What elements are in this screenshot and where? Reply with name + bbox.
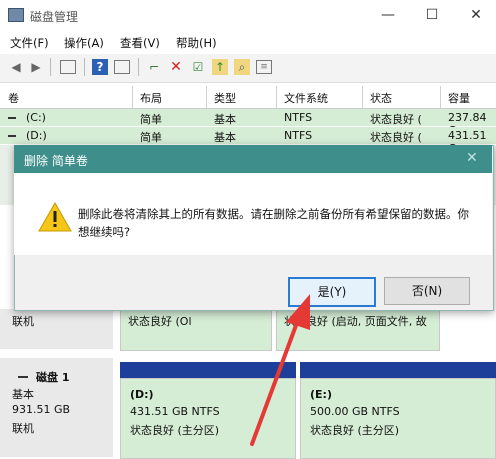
volume-list-header xyxy=(0,86,496,109)
back-icon[interactable]: ◀ xyxy=(8,59,24,75)
properties-icon[interactable] xyxy=(60,60,76,74)
col-status[interactable]: 状态 xyxy=(370,90,392,106)
volume-icon xyxy=(8,117,16,119)
disk0-state: 联机 xyxy=(12,315,34,328)
toolbar-separator xyxy=(138,58,139,76)
column-divider[interactable] xyxy=(206,86,207,108)
menu-action[interactable]: 操作(A) xyxy=(64,35,104,51)
column-divider[interactable] xyxy=(440,86,441,108)
col-volume[interactable]: 卷 xyxy=(8,90,19,106)
maximize-button[interactable]: ☐ xyxy=(414,3,450,27)
volume-fs: NTFS xyxy=(284,111,313,124)
delete-icon[interactable]: ✕ xyxy=(168,59,184,75)
disk1-state: 联机 xyxy=(12,422,34,435)
search-icon[interactable]: ⌕ xyxy=(234,59,250,75)
volume-layout: 简单 xyxy=(140,131,162,144)
column-divider[interactable] xyxy=(362,86,363,108)
red-arrow-annotation xyxy=(250,294,310,446)
toolbar-separator xyxy=(50,58,51,76)
volume-name: (C:) xyxy=(26,111,46,124)
minimize-button[interactable]: — xyxy=(370,3,406,27)
volume-type: 基本 xyxy=(214,113,236,126)
col-capacity[interactable]: 容量 xyxy=(448,90,470,106)
monitor-icon[interactable]: ≡ xyxy=(256,60,272,74)
disk1-type: 基本 xyxy=(12,388,34,401)
col-layout[interactable]: 布局 xyxy=(140,90,162,106)
disk-icon xyxy=(18,376,28,378)
close-button[interactable]: ✕ xyxy=(458,3,494,27)
toolbar-separator xyxy=(84,58,85,76)
volume-layout: 简单 xyxy=(140,113,162,126)
volume-type: 基本 xyxy=(214,131,236,144)
volume-status: 状态良好 ( xyxy=(370,113,422,126)
connect-icon[interactable]: ⌐ xyxy=(146,59,162,75)
col-filesystem[interactable]: 文件系统 xyxy=(284,90,328,106)
dialog-title: 删除 简单卷 xyxy=(24,154,88,168)
menu-view[interactable]: 查看(V) xyxy=(120,35,160,51)
console-icon[interactable] xyxy=(114,60,130,74)
volume-fs: NTFS xyxy=(284,129,313,142)
warning-icon xyxy=(38,202,72,232)
column-divider[interactable] xyxy=(276,86,277,108)
column-divider[interactable] xyxy=(132,86,133,108)
up-icon[interactable]: ↑ xyxy=(212,59,228,75)
menu-file[interactable]: 文件(F) xyxy=(10,35,49,51)
partition-size: 431.51 GB NTFS xyxy=(130,405,220,418)
no-button[interactable]: 否(N) xyxy=(384,277,470,305)
partition-status: 状态良好 (主分区) xyxy=(130,424,220,437)
forward-icon[interactable]: ▶ xyxy=(28,59,44,75)
partition-label: (D:) xyxy=(130,388,154,401)
dialog-message: 删除此卷将清除其上的所有数据。请在删除之前备份所有希望保留的数据。你想继续吗? xyxy=(78,207,469,239)
dialog-close-button[interactable]: ✕ xyxy=(466,150,478,166)
window-title: 磁盘管理 xyxy=(30,10,79,24)
check-icon[interactable]: ☑ xyxy=(190,59,206,75)
menu-help[interactable]: 帮助(H) xyxy=(176,35,217,51)
disk1-name: 磁盘 1 xyxy=(36,371,70,384)
col-type[interactable]: 类型 xyxy=(214,90,236,106)
help-icon[interactable]: ? xyxy=(92,59,108,75)
disk-management-icon xyxy=(8,8,24,22)
volume-name: (D:) xyxy=(26,129,47,142)
disk1-size: 931.51 GB xyxy=(12,403,71,416)
volume-status: 状态良好 ( xyxy=(370,131,422,144)
volume-icon xyxy=(8,135,16,137)
